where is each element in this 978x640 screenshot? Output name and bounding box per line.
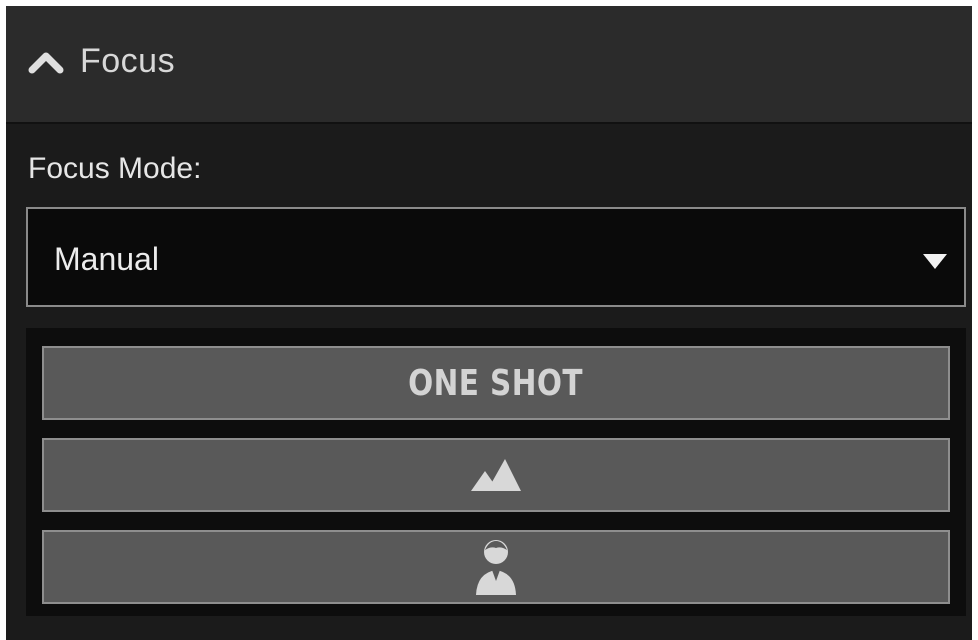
person-icon bbox=[476, 540, 516, 595]
focus-section-header[interactable]: Focus bbox=[6, 6, 972, 124]
focus-panel: Focus Focus Mode: Manual ONE SHOT bbox=[6, 6, 972, 640]
portrait-focus-button[interactable] bbox=[42, 530, 950, 604]
caret-down-icon bbox=[923, 254, 947, 269]
focus-buttons-group: ONE SHOT bbox=[26, 328, 966, 616]
landscape-focus-button[interactable] bbox=[42, 438, 950, 512]
one-shot-button[interactable]: ONE SHOT bbox=[42, 346, 950, 420]
focus-mode-label: Focus Mode: bbox=[28, 152, 202, 185]
section-title: Focus bbox=[80, 42, 176, 80]
one-shot-label: ONE SHOT bbox=[408, 362, 584, 404]
focus-mode-value: Manual bbox=[54, 241, 159, 277]
focus-mode-select[interactable]: Manual bbox=[26, 207, 966, 307]
mountains-icon bbox=[471, 459, 521, 491]
chevron-up-icon bbox=[28, 52, 64, 74]
